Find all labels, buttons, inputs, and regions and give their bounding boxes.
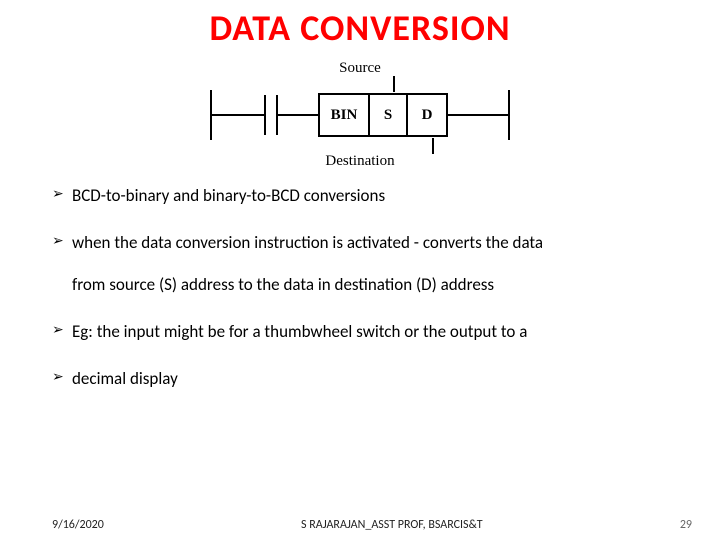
block-cell-d: D	[408, 95, 446, 135]
list-item: when the data conversion instruction is …	[52, 231, 676, 298]
bullet-text: Eg: the input might be for a thumbwheel …	[72, 321, 527, 342]
right-rail-bar	[508, 90, 510, 140]
bullet-text-continuation: from source (S) address to the data in d…	[72, 273, 676, 298]
slide-footer: 9/16/2020 S RAJARAJAN_ASST PROF, BSARCIS…	[0, 518, 720, 532]
normally-open-contact	[254, 95, 288, 135]
block-cell-bin: BIN	[320, 95, 370, 135]
diagram-destination-label: Destination	[210, 153, 510, 170]
slide-title: DATA CONVERSION	[0, 6, 720, 50]
ladder-diagram: Source BIN S D Destination	[210, 60, 510, 170]
bullet-text: BCD-to-binary and binary-to-BCD conversi…	[72, 185, 385, 206]
footer-page-number: 29	[680, 518, 692, 532]
footer-author: S RAJARAJAN_ASST PROF, BSARCIS&T	[104, 518, 680, 532]
destination-pointer-line	[432, 138, 434, 154]
ladder-rung: BIN S D	[210, 82, 510, 148]
block-cell-s: S	[370, 95, 408, 135]
diagram-source-label: Source	[210, 60, 510, 77]
list-item: BCD-to-binary and binary-to-BCD conversi…	[52, 184, 676, 209]
bullet-text: decimal display	[72, 368, 178, 389]
instruction-block: BIN S D	[318, 93, 448, 137]
left-rail-bar	[210, 90, 212, 140]
bullet-text: when the data conversion instruction is …	[72, 232, 543, 253]
footer-date: 9/16/2020	[52, 518, 104, 532]
bullet-list: BCD-to-binary and binary-to-BCD conversi…	[0, 184, 720, 391]
list-item: decimal display	[52, 367, 676, 392]
list-item: Eg: the input might be for a thumbwheel …	[52, 320, 676, 345]
